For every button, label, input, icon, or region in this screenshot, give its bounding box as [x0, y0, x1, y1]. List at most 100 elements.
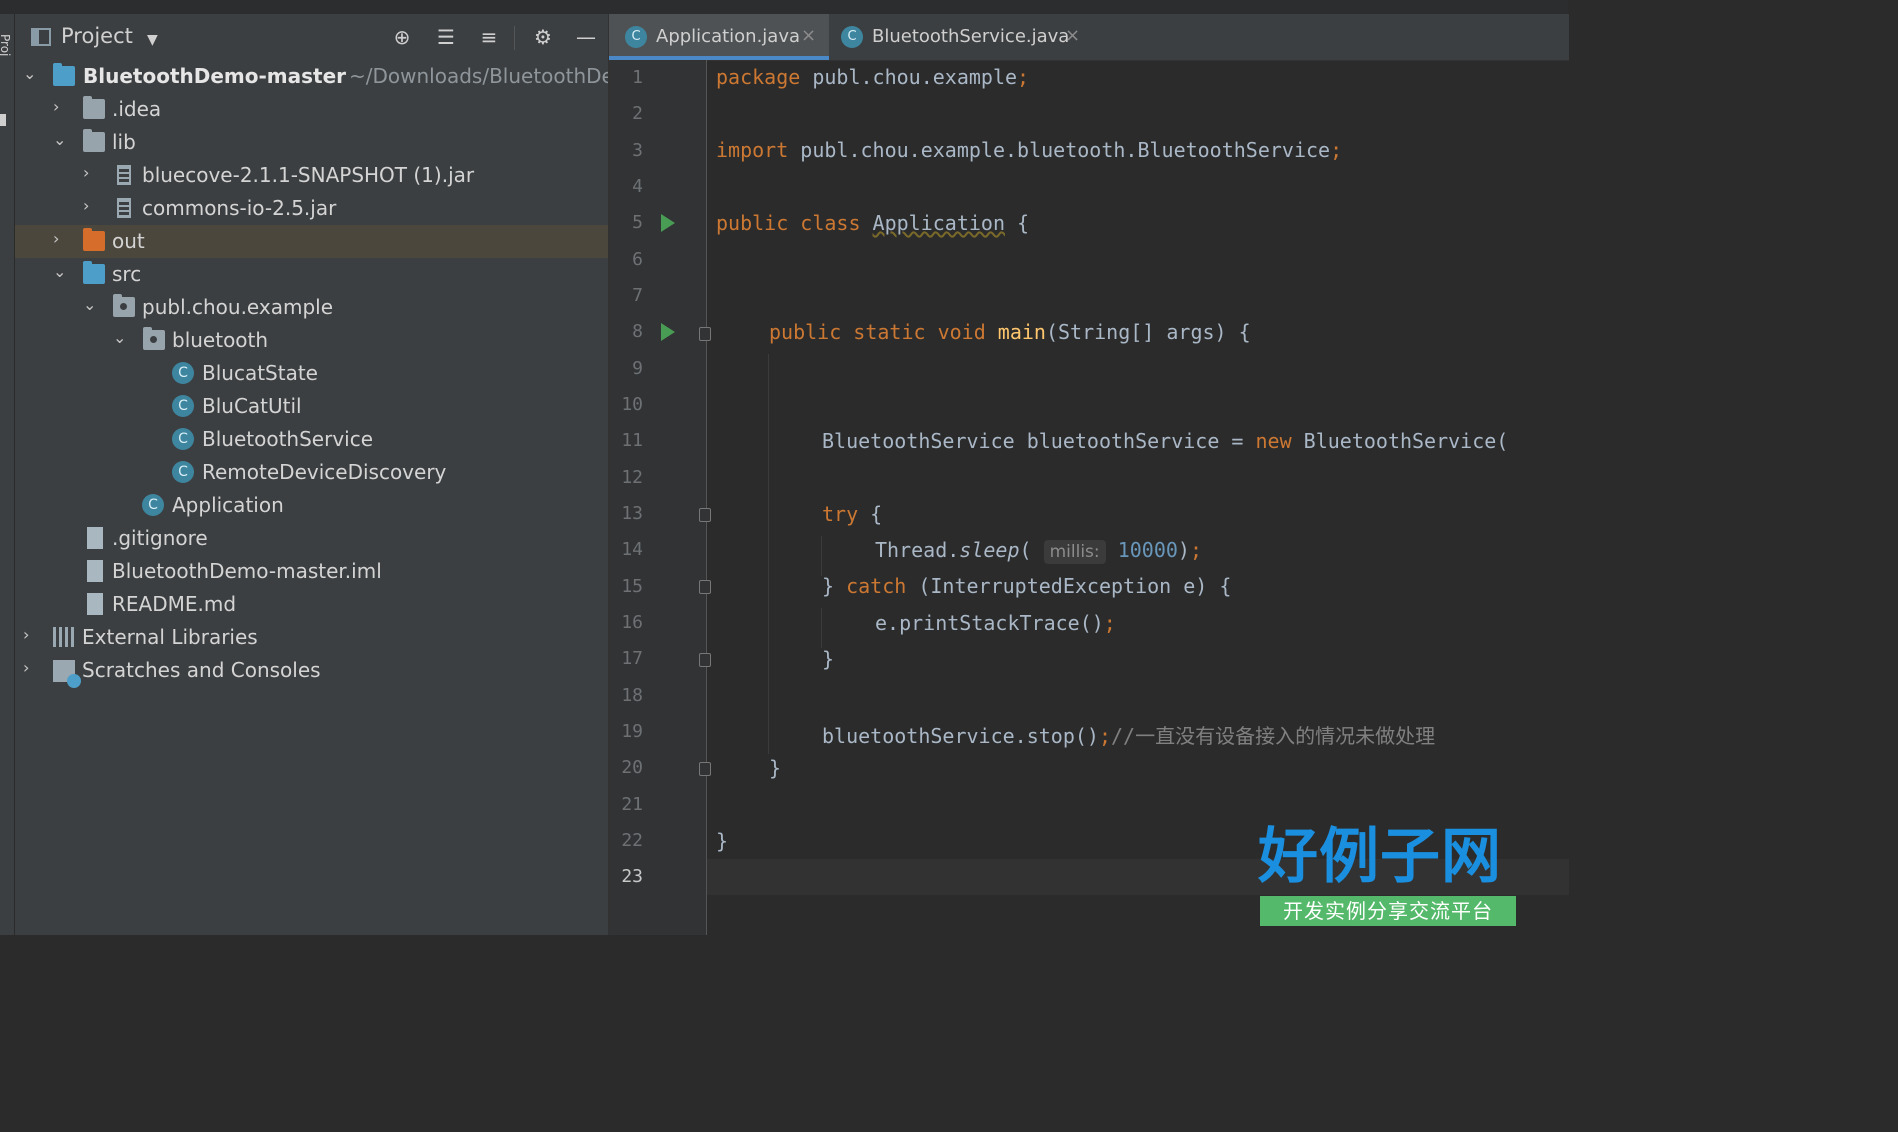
code-text: bluetoothService.stop() — [822, 724, 1099, 748]
tree-item-label: External Libraries — [82, 625, 258, 649]
source-folder-icon — [83, 261, 105, 284]
tool-strip-marker — [0, 114, 6, 126]
chevron-right-icon[interactable]: › — [23, 625, 39, 644]
code-line-1[interactable]: package publ.chou.example; — [716, 65, 1029, 89]
code-line-17[interactable]: } — [822, 647, 834, 671]
fold-marker-icon[interactable] — [699, 580, 711, 594]
tree-item-src[interactable]: ⌄ src — [15, 258, 608, 291]
tree-item-commons-io-jar[interactable]: › commons-io-2.5.jar — [15, 192, 608, 225]
code-line-20[interactable]: } — [769, 756, 781, 780]
tree-item-blucatstate[interactable]: C BlucatState — [15, 357, 608, 390]
package-icon — [113, 294, 135, 317]
tree-item-iml[interactable]: BluetoothDemo-master.iml — [15, 555, 608, 588]
tree-item-label: bluetooth — [172, 328, 269, 352]
keyword: import — [716, 138, 789, 162]
run-gutter-icon[interactable] — [661, 214, 675, 232]
line-number: 13 — [621, 503, 643, 524]
line-number: 8 — [632, 321, 643, 342]
keyword: try — [822, 502, 859, 526]
tree-item-readme[interactable]: README.md — [15, 588, 608, 621]
package-icon — [143, 327, 165, 350]
run-gutter-icon[interactable] — [661, 323, 675, 341]
tree-item-package[interactable]: ⌄ publ.chou.example — [15, 291, 608, 324]
collapse-all-icon[interactable]: ≡ — [476, 24, 502, 50]
tree-item-external-libraries[interactable]: › External Libraries — [15, 621, 608, 654]
tree-item-bluecove-jar[interactable]: › bluecove-2.1.1-SNAPSHOT (1).jar — [15, 159, 608, 192]
code-line-8[interactable]: public static void main(String[] args) { — [769, 320, 1251, 344]
project-tool-window-tab[interactable]: Proj — [0, 34, 12, 94]
code-line-13[interactable]: try { — [822, 502, 882, 526]
chevron-down-icon[interactable]: ⌄ — [23, 64, 39, 83]
tree-item-label: BluetoothDemo-master.iml — [112, 559, 382, 583]
tree-item-scratches[interactable]: › Scratches and Consoles — [15, 654, 608, 688]
code-line-14[interactable]: Thread.sleep( millis: 10000); — [875, 538, 1202, 564]
tree-item-label: README.md — [112, 592, 237, 616]
tree-item-gitignore[interactable]: .gitignore — [15, 522, 608, 555]
indent-guide — [821, 608, 822, 648]
runnable-class-icon: C — [142, 494, 164, 516]
chevron-down-icon[interactable]: ⌄ — [113, 328, 129, 347]
chevron-down-icon[interactable]: ⌄ — [83, 295, 99, 314]
chevron-right-icon[interactable]: › — [53, 97, 69, 116]
tab-bluetoothservice-java[interactable]: C BluetoothService.java × — [829, 14, 1099, 60]
code-line-22[interactable]: } — [716, 829, 728, 853]
code-line-16[interactable]: e.printStackTrace(); — [875, 611, 1116, 635]
fold-marker-icon[interactable] — [699, 762, 711, 776]
tree-item-out[interactable]: › out — [15, 225, 608, 258]
code-line-15[interactable]: } catch (InterruptedException e) { — [822, 574, 1231, 598]
tree-item-bluetooth[interactable]: ⌄ bluetooth — [15, 324, 608, 357]
chevron-down-icon[interactable]: ▼ — [147, 32, 158, 48]
tree-item-lib[interactable]: ⌄ lib — [15, 126, 608, 159]
tab-label: BluetoothService.java — [872, 26, 1070, 47]
jar-icon — [117, 165, 131, 185]
header-divider — [514, 26, 515, 50]
chevron-right-icon[interactable]: › — [23, 658, 39, 677]
tree-item-bluetoothservice[interactable]: C BluetoothService — [15, 423, 608, 456]
code-line-3[interactable]: import publ.chou.example.bluetooth.Bluet… — [716, 138, 1342, 162]
tree-item-label: bluecove-2.1.1-SNAPSHOT (1).jar — [142, 163, 475, 187]
class-icon: C — [172, 428, 194, 450]
tab-label: Application.java — [656, 26, 801, 47]
chevron-right-icon[interactable]: › — [53, 229, 69, 248]
chevron-right-icon[interactable]: › — [83, 196, 99, 215]
tree-item-application[interactable]: C Application — [15, 489, 608, 522]
close-icon[interactable]: × — [1065, 25, 1080, 46]
tree-item-remotedevicediscovery[interactable]: C RemoteDeviceDiscovery — [15, 456, 608, 489]
expand-all-icon[interactable]: ☰ — [433, 24, 459, 50]
chevron-down-icon[interactable]: ⌄ — [53, 130, 69, 149]
close-icon[interactable]: × — [801, 25, 816, 46]
keyword: new — [1255, 429, 1292, 453]
chevron-right-icon[interactable]: › — [83, 163, 99, 182]
line-number: 9 — [632, 358, 643, 379]
keyword: public static void — [769, 320, 986, 344]
class-icon: C — [172, 395, 194, 417]
module-folder-icon — [53, 63, 75, 86]
gear-icon[interactable]: ⚙ — [530, 24, 556, 50]
tree-item-root[interactable]: ⌄ BluetoothDemo-master ~/Downloads/Bluet… — [15, 60, 608, 93]
line-number: 17 — [621, 648, 643, 669]
tree-item-blucatutil[interactable]: C BluCatUtil — [15, 390, 608, 423]
folder-icon — [83, 96, 105, 119]
keyword: public class — [716, 211, 861, 235]
class-icon: C — [841, 26, 863, 48]
code-line-5[interactable]: public class Application { — [716, 211, 1029, 235]
minimize-icon[interactable]: — — [573, 24, 599, 50]
fold-marker-icon[interactable] — [699, 653, 711, 667]
project-window-icon — [31, 28, 51, 46]
code-text: BluetoothService( — [1291, 429, 1509, 453]
fold-marker-icon[interactable] — [699, 508, 711, 522]
markdown-file-icon — [87, 593, 103, 615]
project-view-selector[interactable]: Project — [61, 24, 133, 48]
fold-marker-icon[interactable] — [699, 327, 711, 341]
parameter-hint: millis: — [1043, 540, 1106, 564]
class-icon: C — [172, 362, 194, 384]
code-line-11[interactable]: BluetoothService bluetoothService = new … — [822, 429, 1508, 453]
tree-item-label: lib — [112, 130, 136, 154]
library-icon — [53, 627, 77, 647]
tab-application-java[interactable]: C Application.java × — [609, 14, 829, 60]
tree-item-idea[interactable]: › .idea — [15, 93, 608, 126]
chevron-down-icon[interactable]: ⌄ — [53, 262, 69, 281]
locate-file-icon[interactable]: ⊕ — [389, 24, 415, 50]
class-name: Application — [872, 211, 1005, 235]
code-line-19[interactable]: bluetoothService.stop();//一直没有设备接入的情况未做处… — [822, 720, 1435, 749]
